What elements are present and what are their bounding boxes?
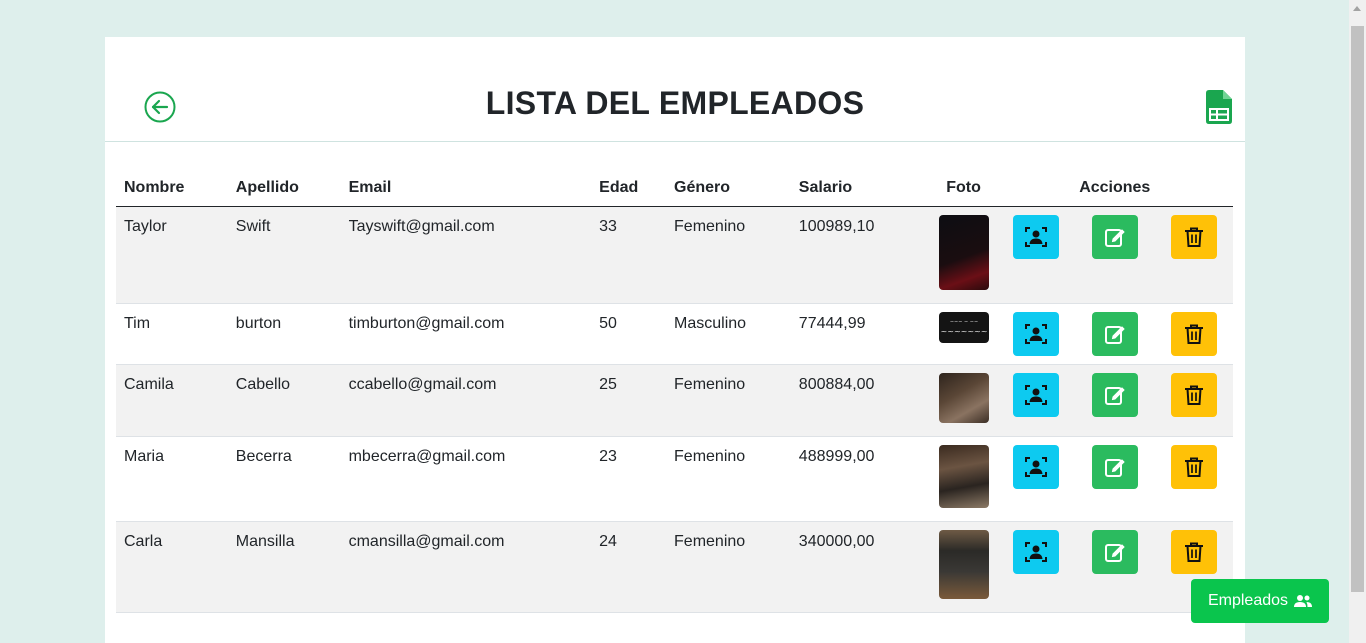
table-row: Tim burton timburton@gmail.com 50 Mascul… (116, 303, 1233, 365)
col-salario: Salario (790, 170, 931, 207)
cell-salario: 100989,10 (790, 206, 931, 304)
cell-genero: Femenino (666, 436, 791, 522)
view-profile-button[interactable] (1012, 312, 1059, 356)
page-title: LISTA DEL EMPLEADOS (485, 85, 865, 121)
cell-nombre: Carla (116, 521, 228, 613)
edit-icon (1104, 459, 1125, 477)
spreadsheet-file-icon (1206, 90, 1232, 124)
table-header-row: Nombre Apellido Email Edad Género Salari… (116, 170, 1233, 207)
cell-apellido: Becerra (227, 436, 341, 522)
edit-icon (1104, 229, 1125, 247)
cell-salario: 77444,99 (790, 303, 931, 365)
view-profile-button[interactable] (1012, 445, 1059, 489)
edit-button[interactable] (1091, 373, 1138, 417)
edit-button[interactable] (1091, 530, 1138, 574)
cell-email: timburton@gmail.com (340, 303, 592, 365)
table-row: Carla Mansilla cmansilla@gmail.com 24 Fe… (116, 521, 1233, 613)
cell-email: Tayswift@gmail.com (340, 206, 592, 304)
cell-nombre: Camila (116, 364, 228, 437)
person-badge-icon (1024, 324, 1047, 344)
people-icon (1294, 595, 1313, 607)
delete-button[interactable] (1170, 215, 1217, 259)
cell-salario: 800884,00 (790, 364, 931, 437)
cell-genero: Femenino (666, 521, 791, 613)
cell-genero: Femenino (666, 206, 791, 304)
table-row: Camila Cabello ccabello@gmail.com 25 Fem… (116, 364, 1233, 437)
cell-genero: Masculino (666, 303, 791, 365)
employee-photo: ~~~ ~ ~~ ~~~~~~~ (938, 312, 989, 343)
svg-text:~~~ ~ ~~: ~~~ ~ ~~ (949, 319, 977, 325)
col-email: Email (340, 170, 592, 207)
person-badge-icon (1024, 542, 1047, 562)
main-card: LISTA DEL EMPLEADOS Nombre Apellido Emai… (105, 37, 1245, 643)
cell-edad: 24 (591, 521, 667, 613)
col-foto: Foto (930, 170, 997, 207)
page-header: LISTA DEL EMPLEADOS (105, 37, 1245, 142)
cell-nombre: Maria (116, 436, 228, 522)
svg-text:~~~~~~~: ~~~~~~~ (940, 327, 987, 336)
edit-icon (1104, 544, 1125, 562)
delete-button[interactable] (1170, 312, 1217, 356)
view-profile-button[interactable] (1012, 215, 1059, 259)
edit-button[interactable] (1091, 215, 1138, 259)
cell-edad: 50 (591, 303, 667, 365)
delete-button[interactable] (1170, 445, 1217, 489)
cell-apellido: Cabello (227, 364, 341, 437)
trash-icon (1184, 385, 1203, 405)
delete-button[interactable] (1170, 373, 1217, 417)
cell-apellido: Swift (227, 206, 341, 304)
edit-button[interactable] (1091, 445, 1138, 489)
cell-salario: 340000,00 (790, 521, 931, 613)
person-badge-icon (1024, 385, 1047, 405)
cell-apellido: burton (227, 303, 341, 365)
view-profile-button[interactable] (1012, 373, 1059, 417)
employee-photo (938, 445, 989, 508)
view-profile-button[interactable] (1012, 530, 1059, 574)
col-apellido: Apellido (227, 170, 341, 207)
export-excel-button[interactable] (1206, 90, 1232, 124)
employee-photo (938, 530, 989, 599)
col-nombre: Nombre (116, 170, 228, 207)
cell-email: cmansilla@gmail.com (340, 521, 592, 613)
trash-icon (1184, 457, 1203, 477)
cell-edad: 23 (591, 436, 667, 522)
delete-button[interactable] (1170, 530, 1217, 574)
employees-float-button[interactable]: Empleados (1191, 579, 1329, 623)
scroll-up-arrow-icon[interactable] (1353, 6, 1361, 11)
vertical-scrollbar[interactable] (1349, 0, 1366, 643)
cell-email: mbecerra@gmail.com (340, 436, 592, 522)
col-genero: Género (666, 170, 791, 207)
cell-nombre: Tim (116, 303, 228, 365)
col-edad: Edad (591, 170, 667, 207)
cell-genero: Femenino (666, 364, 791, 437)
cell-edad: 33 (591, 206, 667, 304)
person-badge-icon (1024, 227, 1047, 247)
cell-edad: 25 (591, 364, 667, 437)
cell-email: ccabello@gmail.com (340, 364, 592, 437)
employees-table: Nombre Apellido Email Edad Género Salari… (116, 170, 1233, 613)
scrollbar-thumb[interactable] (1351, 26, 1364, 592)
table-row: Maria Becerra mbecerra@gmail.com 23 Feme… (116, 436, 1233, 522)
edit-icon (1104, 387, 1125, 405)
edit-icon (1104, 326, 1125, 344)
edit-button[interactable] (1091, 312, 1138, 356)
col-acciones: Acciones (996, 170, 1233, 207)
table-row: Taylor Swift Tayswift@gmail.com 33 Femen… (116, 206, 1233, 304)
person-badge-icon (1024, 457, 1047, 477)
trash-icon (1184, 227, 1203, 247)
float-button-label: Empleados (1207, 592, 1289, 609)
trash-icon (1184, 542, 1203, 562)
employee-photo (938, 373, 989, 423)
cell-salario: 488999,00 (790, 436, 931, 522)
employee-photo (938, 215, 989, 290)
cell-nombre: Taylor (116, 206, 228, 304)
trash-icon (1184, 324, 1203, 344)
cell-apellido: Mansilla (227, 521, 341, 613)
